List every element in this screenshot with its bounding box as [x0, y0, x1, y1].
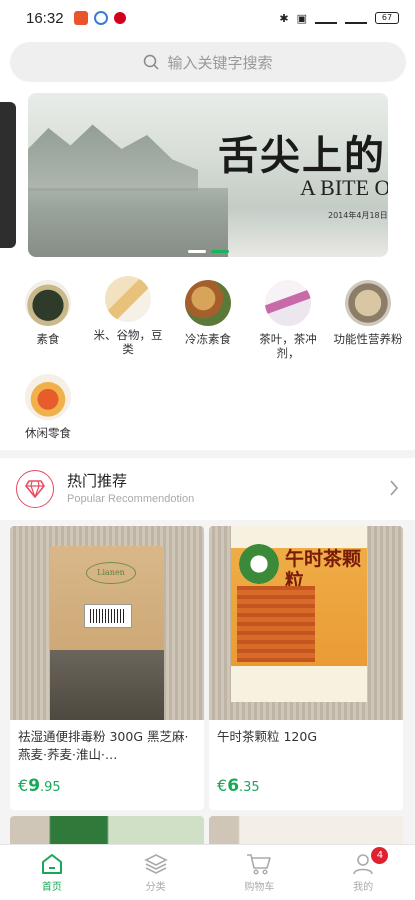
carousel-indicator	[28, 250, 388, 253]
layers-icon	[143, 854, 168, 874]
product-package: 午时茶颗粒	[231, 526, 367, 702]
category-thumbnail	[25, 280, 71, 326]
category-grid: 素食 米、谷物，豆类 冷冻素食 茶叶，茶冲剂， 功能性营养粉 休闲零食	[0, 272, 415, 450]
battery-icon: 67	[375, 12, 399, 24]
category-label: 功能性营养粉	[333, 332, 403, 346]
tab-label: 分类	[145, 882, 166, 893]
category-thumbnail	[185, 280, 231, 326]
product-package: Lianen	[50, 546, 164, 720]
cart-icon	[247, 854, 272, 875]
category-label: 茶叶，茶冲剂，	[259, 332, 317, 360]
product-card-peek[interactable]	[10, 816, 204, 846]
tab-label: 首页	[41, 882, 62, 893]
tab-home[interactable]: 首页	[0, 845, 104, 900]
tab-category[interactable]: 分类	[104, 845, 208, 900]
category-thumbnail	[105, 276, 151, 322]
search-input[interactable]: 输入关键字搜索	[10, 42, 406, 82]
category-item[interactable]: 冷冻素食	[168, 280, 248, 346]
app-notification-icon	[113, 12, 126, 24]
search-icon	[144, 54, 160, 70]
tab-label: 购物车	[244, 882, 275, 893]
app-notification-icon	[73, 11, 88, 25]
product-name: 午时茶颗粒 120G	[217, 729, 318, 744]
category-item[interactable]: 功能性营养粉	[328, 280, 408, 346]
hot-recommend-header[interactable]: 热门推荐 Popular Recommendotion	[0, 458, 415, 520]
status-indicators: ✱ ▣ 67	[279, 12, 399, 25]
category-label: 米、谷物，豆类	[93, 328, 163, 356]
banner-date: 2014年4月18日	[328, 211, 388, 220]
notification-badge: 4	[371, 847, 389, 864]
product-price: €9.95	[18, 776, 61, 796]
banner-title: 舌尖上的	[218, 132, 386, 179]
section-title: 热门推荐	[67, 472, 128, 490]
product-card[interactable]: Lianen 祛湿通便排毒粉 300G 黑芝麻·燕麦·荞麦·淮山·… €9.95	[10, 526, 204, 810]
category-label: 休闲零食	[25, 426, 71, 440]
product-image: 午时茶颗粒	[209, 526, 403, 720]
package-logo-icon	[239, 544, 279, 584]
tab-label: 我的	[353, 882, 374, 893]
signal-icon	[315, 12, 337, 24]
signal-icon	[345, 12, 367, 24]
tab-cart[interactable]: 购物车	[208, 845, 312, 900]
bottom-tab-bar: 首页 分类 购物车 我的 4	[0, 844, 415, 900]
banner-water-image	[28, 188, 228, 257]
category-item[interactable]: 米、谷物，豆类	[88, 276, 168, 356]
category-thumbnail	[345, 280, 391, 326]
product-price: €6.35	[217, 776, 260, 796]
notification-icons	[73, 11, 126, 25]
banner-mountain-image	[28, 124, 198, 191]
hd-icon: ▣	[296, 11, 307, 25]
home-icon	[41, 854, 62, 874]
banner-previous-slide[interactable]	[0, 102, 16, 248]
product-card[interactable]: 午时茶颗粒 午时茶颗粒 120G €6.35	[209, 526, 403, 810]
search-bar-area: 输入关键字搜索	[0, 36, 415, 90]
barcode-label	[84, 604, 132, 628]
package-window	[50, 650, 164, 720]
category-item[interactable]: 休闲零食	[8, 374, 88, 440]
bluetooth-icon: ✱	[279, 11, 289, 25]
category-thumbnail	[25, 374, 71, 420]
gem-icon	[16, 470, 54, 508]
product-card-peek[interactable]	[209, 816, 403, 846]
app-notification-icon	[93, 11, 108, 25]
banner-carousel[interactable]: 舌尖上的 A BITE O 2014年4月18日	[0, 90, 415, 272]
chevron-right-icon[interactable]	[389, 479, 399, 497]
category-label: 素食	[36, 332, 60, 346]
category-label: 冷冻素食	[185, 332, 231, 346]
tab-profile[interactable]: 我的 4	[311, 845, 415, 900]
status-time: 16:32	[26, 9, 64, 27]
search-placeholder: 输入关键字搜索	[167, 53, 273, 72]
product-image: Lianen	[10, 526, 204, 720]
carousel-dot	[187, 250, 206, 253]
banner-slide[interactable]: 舌尖上的 A BITE O 2014年4月18日	[28, 93, 388, 257]
carousel-dot-active	[210, 250, 229, 253]
package-logo: Lianen	[86, 562, 136, 584]
package-text-block	[237, 586, 315, 662]
category-thumbnail	[265, 280, 311, 326]
status-bar: 16:32 ✱ ▣ 67	[0, 0, 415, 36]
category-item[interactable]: 素食	[8, 280, 88, 346]
product-name: 祛湿通便排毒粉 300G 黑芝麻·燕麦·荞麦·淮山·…	[18, 729, 189, 762]
section-subtitle: Popular Recommendotion	[67, 493, 195, 505]
category-item[interactable]: 茶叶，茶冲剂，	[248, 280, 328, 360]
banner-subtitle: A BITE O	[300, 175, 388, 200]
